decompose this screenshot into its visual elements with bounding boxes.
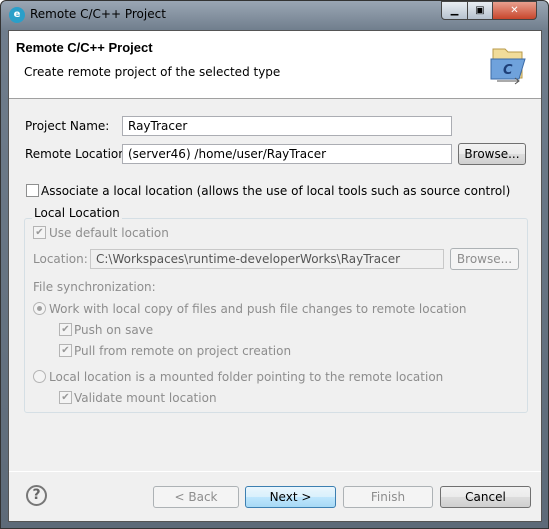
work-local-radio[interactable] bbox=[33, 302, 46, 315]
remote-browse-button[interactable]: Browse... bbox=[458, 143, 526, 165]
dialog-window: e Remote C/C++ Project ▁ ▣ ✕ Remote C/C+… bbox=[0, 0, 549, 529]
project-name-input[interactable]: RayTracer bbox=[122, 116, 452, 136]
push-on-save-label: Push on save bbox=[74, 323, 154, 337]
remote-location-input[interactable]: (server46) /home/user/RayTracer bbox=[122, 144, 452, 164]
finish-button[interactable]: Finish bbox=[343, 486, 433, 508]
help-icon[interactable]: ? bbox=[26, 485, 47, 506]
next-button[interactable]: Next > bbox=[245, 486, 336, 508]
minimize-button[interactable]: ▁ bbox=[441, 1, 468, 20]
mounted-folder-label: Local location is a mounted folder point… bbox=[49, 370, 444, 384]
wizard-header: Remote C/C++ Project Create remote proje… bbox=[9, 31, 541, 99]
mounted-folder-radio[interactable] bbox=[33, 370, 46, 383]
location-input[interactable]: C:\Workspaces\runtime-developerWorks\Ray… bbox=[90, 249, 444, 269]
project-name-label: Project Name: bbox=[25, 119, 110, 133]
dialog-client: Remote C/C++ Project Create remote proje… bbox=[8, 30, 542, 522]
window-title: Remote C/C++ Project bbox=[30, 7, 166, 21]
page-title: Remote C/C++ Project bbox=[16, 40, 153, 55]
c-project-folder-icon: C bbox=[490, 48, 526, 85]
push-on-save-checkbox[interactable]: ✔ bbox=[59, 323, 72, 336]
page-description: Create remote project of the selected ty… bbox=[24, 65, 281, 79]
validate-mount-checkbox[interactable]: ✔ bbox=[59, 391, 72, 404]
use-default-checkbox[interactable]: ✔ bbox=[33, 226, 46, 239]
validate-mount-label: Validate mount location bbox=[74, 391, 217, 405]
local-location-title: Local Location bbox=[32, 206, 122, 220]
use-default-label: Use default location bbox=[49, 226, 169, 240]
pull-on-create-checkbox[interactable]: ✔ bbox=[59, 344, 72, 357]
close-button[interactable]: ✕ bbox=[492, 1, 537, 20]
remote-location-label: Remote Location: bbox=[25, 147, 130, 161]
eclipse-cdt-icon: e bbox=[9, 7, 25, 23]
svg-text:C: C bbox=[503, 63, 513, 78]
location-label: Location: bbox=[33, 252, 88, 266]
title-bar: e Remote C/C++ Project ▁ ▣ ✕ bbox=[1, 1, 548, 29]
associate-local-checkbox[interactable] bbox=[26, 184, 39, 197]
footer-separator bbox=[9, 471, 541, 472]
back-button[interactable]: < Back bbox=[153, 486, 239, 508]
associate-local-label: Associate a local location (allows the u… bbox=[41, 184, 511, 198]
local-browse-button[interactable]: Browse... bbox=[450, 248, 519, 270]
pull-on-create-label: Pull from remote on project creation bbox=[74, 344, 292, 358]
work-local-label: Work with local copy of files and push f… bbox=[49, 302, 467, 316]
maximize-button[interactable]: ▣ bbox=[467, 1, 493, 20]
cancel-button[interactable]: Cancel bbox=[440, 486, 531, 508]
file-sync-label: File synchronization: bbox=[33, 280, 156, 294]
